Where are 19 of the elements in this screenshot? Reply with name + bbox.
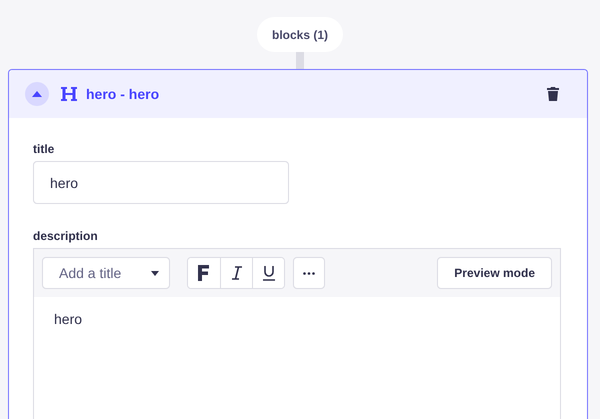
editor-text: hero (54, 311, 82, 327)
field-label: title (33, 142, 56, 156)
trash-icon (547, 87, 559, 101)
collapse-button[interactable] (25, 82, 49, 106)
more-icon (303, 272, 315, 274)
caret-icon (32, 91, 42, 97)
underline-icon (262, 266, 274, 280)
italic-icon (232, 266, 242, 280)
heading-icon (60, 86, 78, 102)
title-input[interactable]: hero (33, 161, 289, 204)
caret-icon (151, 270, 159, 276)
delete-button[interactable] (547, 87, 559, 101)
preview-mode-button[interactable]: Preview mode (437, 257, 552, 289)
block-title: hero - hero (86, 86, 160, 102)
heading-dropdown[interactable]: Add a title (42, 257, 170, 289)
underline-button[interactable] (252, 258, 284, 288)
bold-icon (198, 265, 210, 281)
component-label: blocks (1) (256, 17, 343, 52)
field-label: description (33, 229, 99, 243)
